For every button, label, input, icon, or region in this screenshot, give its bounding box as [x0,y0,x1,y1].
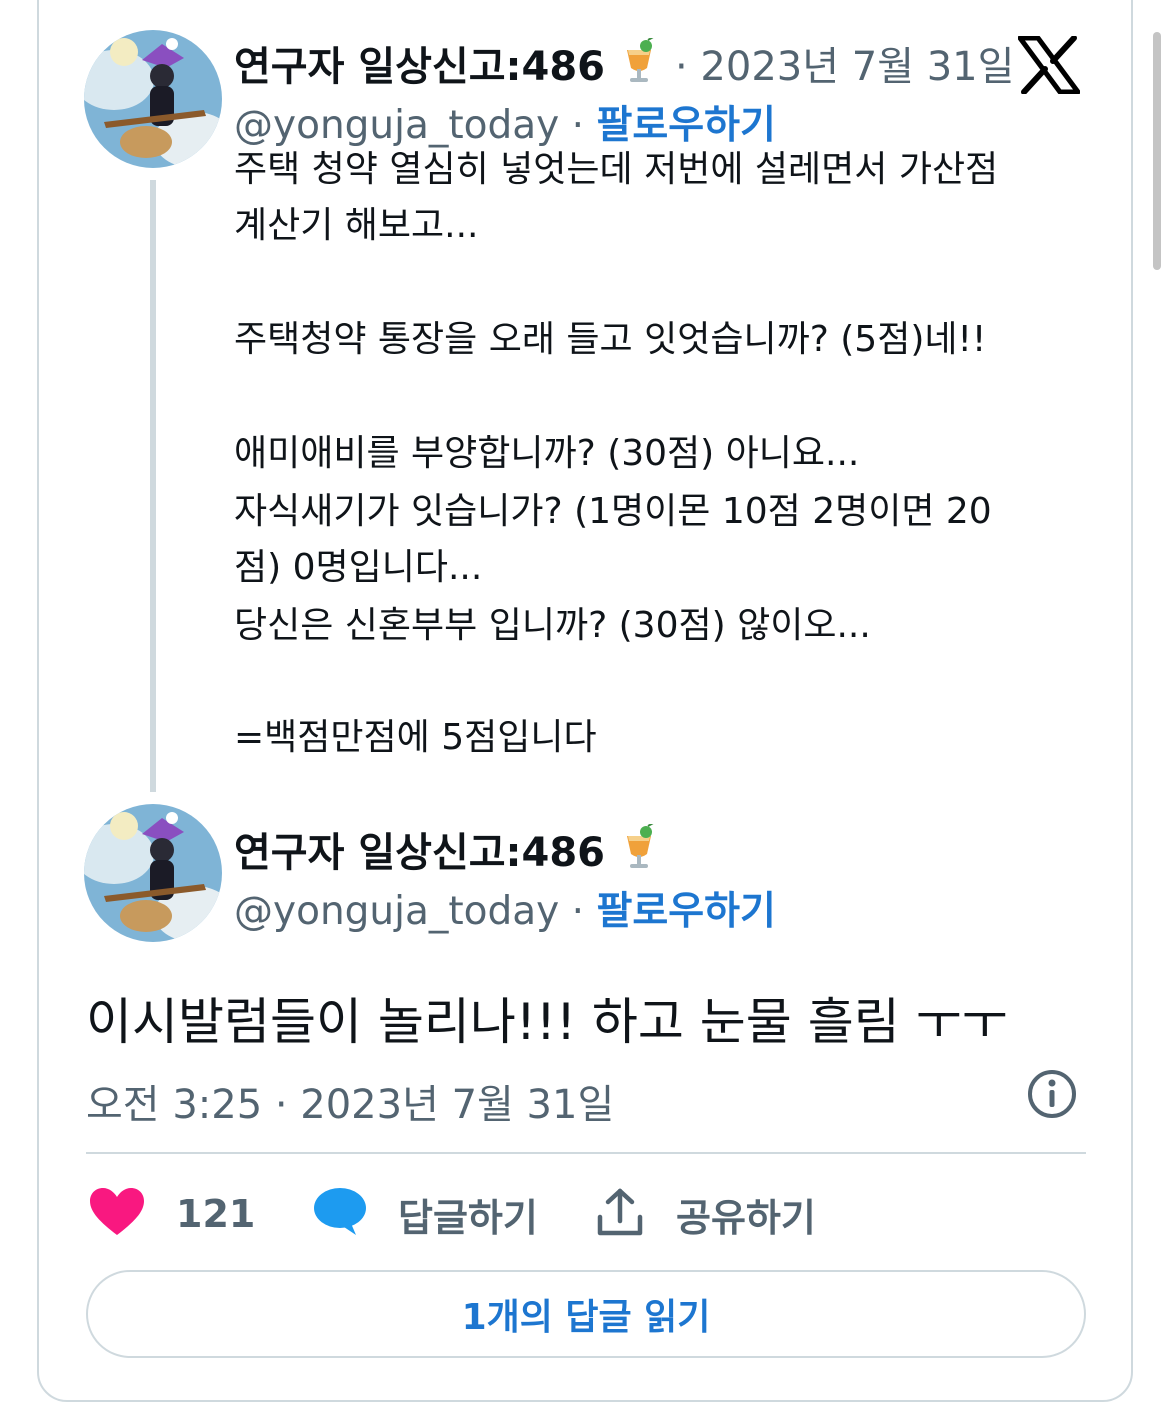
separator: · [571,103,585,148]
handle-row: @yonguja_today · 팔로우하기 [234,880,776,936]
tweet-timestamp[interactable]: 오전 3:25 · 2023년 7월 31일 [86,1072,614,1130]
like-button[interactable]: 121 [88,1186,255,1242]
scrollbar[interactable] [1153,32,1161,270]
separator: · [571,889,585,934]
follow-button[interactable]: 팔로우하기 [596,889,775,934]
tweet-body-line: 주택 청약 열심히 넣엇는데 저번에 설레면서 가산점 [234,149,999,190]
follow-button[interactable]: 팔로우하기 [596,103,775,148]
x-logo-icon[interactable] [1017,35,1081,98]
tweet-body-line: 자식새기가 잇습니가? (1명이몬 10점 2명이면 20 [234,491,992,532]
avatar[interactable] [84,804,222,942]
avatar[interactable] [84,30,222,168]
share-button[interactable]: 공유하기 [596,1186,816,1242]
display-name-text: 연구자 일상신고:486 [234,44,606,90]
tweet-date[interactable]: · 2023년 7월 31일 [675,34,1014,92]
handle[interactable]: @yonguja_today [234,103,559,148]
tweet-body-line: 점) 0명입니다... [234,547,483,588]
read-replies-label: 1개의 답글 읽기 [461,1297,711,1338]
tweet-body-line: 주택청약 통장을 오래 들고 잇엇습니까? (5점)네!! [234,319,987,360]
tweet-body-line: 계산기 해보고... [234,205,479,246]
reply-button[interactable]: 답글하기 [312,1186,538,1242]
display-name[interactable]: 연구자 일상신고:486 [234,821,659,877]
share-icon [596,1187,644,1241]
tweet-main-text: 이시발럼들이 놀리나!!! 하고 눈물 흘림 ㅜㅜ [86,993,1008,1051]
heart-icon [88,1187,146,1241]
handle[interactable]: @yonguja_today [234,889,559,934]
tweet-body-line: 당신은 신혼부부 입니까? (30점) 않이오... [234,605,871,646]
reply-label: 답글하기 [398,1195,538,1240]
cocktail-icon [619,35,659,91]
divider [86,1152,1086,1154]
info-icon[interactable] [1026,1068,1078,1124]
handle-row: @yonguja_today · 팔로우하기 [234,94,776,150]
speech-bubble-icon [312,1187,368,1241]
tweet-body-line: 애미애비를 부양합니까? (30점) 아니요... [234,433,860,474]
tweet-body-line: =백점만점에 5점입니다 [234,717,597,758]
cocktail-icon [619,821,659,877]
like-count: 121 [176,1192,256,1236]
read-replies-button[interactable]: 1개의 답글 읽기 [86,1270,1086,1358]
share-label: 공유하기 [676,1195,816,1240]
thread-connector [150,180,156,792]
display-name[interactable]: 연구자 일상신고:486 [234,35,659,91]
display-name-text: 연구자 일상신고:486 [234,830,606,876]
